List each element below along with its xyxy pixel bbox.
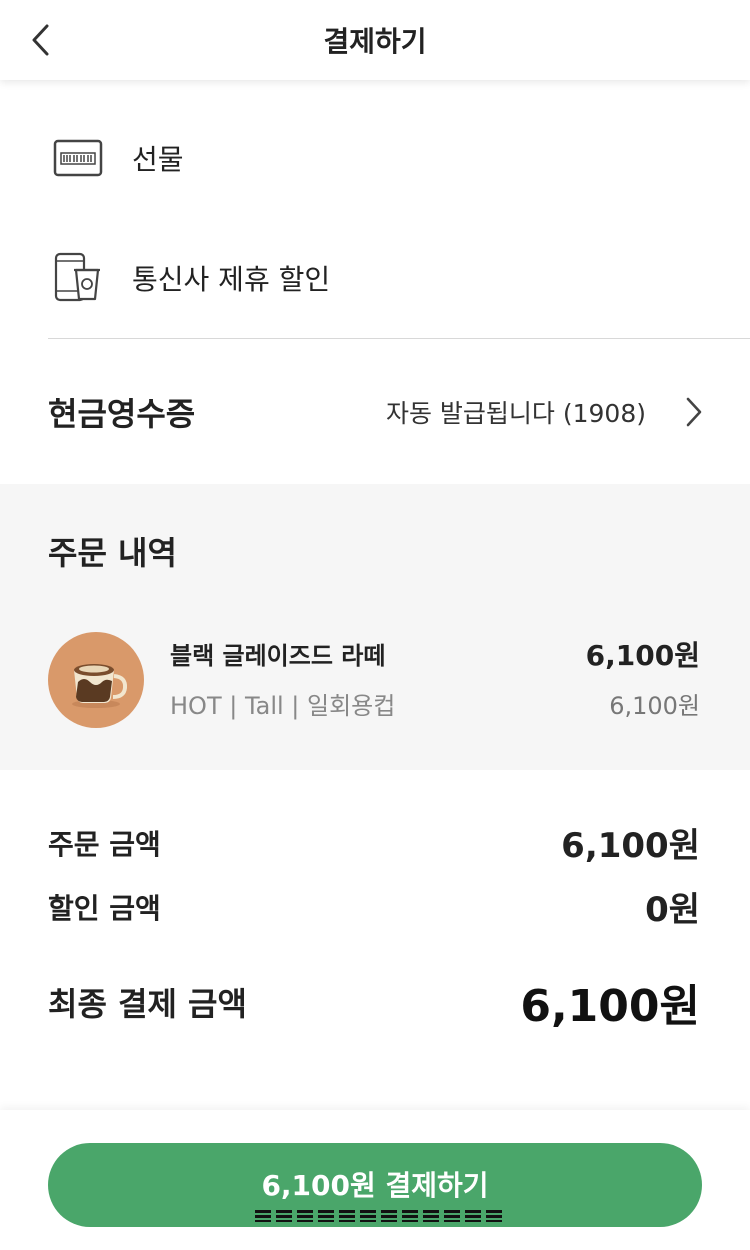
product-image bbox=[48, 632, 144, 728]
item-name: 블랙 글레이즈드 라떼 bbox=[170, 642, 386, 670]
cash-receipt-value: 자동 발급됩니다 (1908) bbox=[385, 399, 646, 428]
cash-receipt-title: 현금영수증 bbox=[48, 395, 196, 433]
gift-card-icon bbox=[48, 128, 108, 188]
pay-button-text: 6,100원 결제하기 bbox=[261, 1169, 489, 1202]
final-amount-label: 최종 결제 금액 bbox=[48, 985, 247, 1023]
order-amount-row: 주문 금액 6,100원 bbox=[48, 818, 700, 867]
order-amount-label: 주문 금액 bbox=[48, 827, 161, 861]
top-bar: 결제하기 bbox=[0, 0, 750, 80]
gift-option[interactable]: 선물 bbox=[48, 113, 184, 203]
order-amount-value: 6,100원 bbox=[561, 826, 700, 866]
final-amount-value: 6,100원 bbox=[520, 981, 700, 1032]
divider bbox=[48, 338, 750, 339]
pay-button[interactable]: 6,100원 결제하기 bbox=[48, 1143, 702, 1227]
order-section: 주문 내역 블랙 글레이즈드 라떼 HOT | Tall | 일회용컵 6,10… bbox=[0, 484, 750, 770]
telecom-discount-option[interactable]: 통신사 제휴 할인 bbox=[48, 233, 330, 323]
item-price: 6,100원 bbox=[585, 639, 700, 672]
bottom-bar: 6,100원 결제하기 bbox=[0, 1110, 750, 1250]
focus-underline bbox=[255, 1210, 503, 1222]
pay-button-label: 6,100원 결제하기 bbox=[255, 1164, 503, 1222]
cash-receipt-row[interactable]: 현금영수증 자동 발급됩니다 (1908) bbox=[48, 370, 704, 454]
discount-label: 할인 금액 bbox=[48, 891, 161, 925]
phone-cup-icon bbox=[48, 248, 108, 308]
item-options: HOT | Tall | 일회용컵 bbox=[170, 692, 396, 720]
gift-option-label: 선물 bbox=[132, 143, 184, 176]
item-unit-price: 6,100원 bbox=[609, 692, 700, 720]
page-title: 결제하기 bbox=[323, 25, 427, 58]
discount-row: 할인 금액 0원 bbox=[48, 882, 700, 931]
order-title: 주문 내역 bbox=[48, 534, 177, 572]
telecom-discount-label: 통신사 제휴 할인 bbox=[132, 263, 331, 296]
discount-value: 0원 bbox=[645, 890, 700, 930]
chevron-right-icon bbox=[684, 396, 704, 428]
final-amount-row: 최종 결제 금액 6,100원 bbox=[48, 970, 700, 1034]
